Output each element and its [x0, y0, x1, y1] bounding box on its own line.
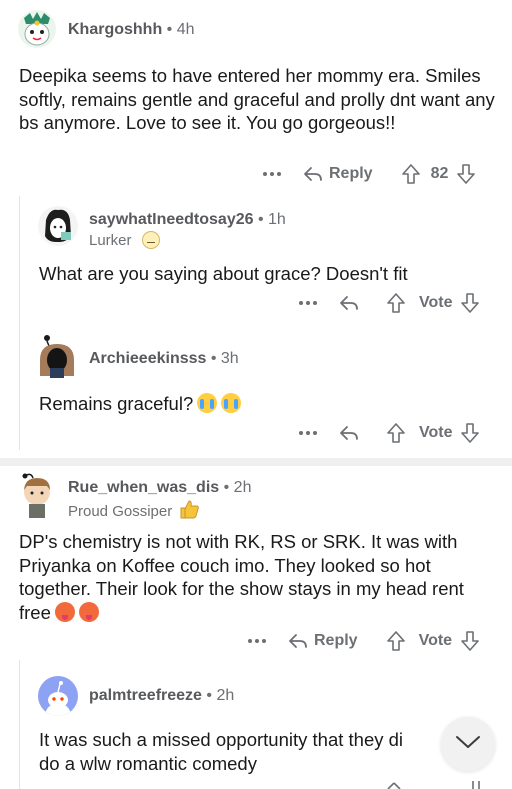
reply-icon	[287, 632, 309, 650]
comment-separator	[0, 458, 512, 466]
vote-label: Vote	[418, 632, 453, 649]
chevron-down-icon	[455, 734, 481, 755]
comment-palmtreefreeze: palmtreefreeze • 2h It was such a missed…	[0, 666, 512, 789]
downvote-icon[interactable]	[466, 781, 486, 789]
reply-label: Reply	[314, 632, 358, 649]
comment-actions: Vote	[298, 422, 480, 444]
timestamp: • 1h	[253, 211, 286, 228]
reply-icon	[302, 165, 324, 183]
downvote-icon[interactable]	[460, 292, 480, 314]
comment-khargoshhh: Khargoshhh • 4h Deepika seems to have en…	[0, 0, 512, 200]
comment-saywhatineedtosay26: saywhatIneedtosay26 • 1h Lurker What are…	[0, 196, 512, 326]
timestamp: • 2h	[201, 687, 235, 704]
comment-actions-partial	[384, 781, 486, 789]
username[interactable]: Khargoshhh • 4h	[68, 21, 195, 39]
thumbs-up-icon	[178, 499, 200, 523]
user-flair: Proud Gossiper	[68, 499, 200, 523]
reply-button[interactable]: Reply	[287, 632, 358, 650]
hot-face-emoji-icon	[78, 601, 99, 622]
crying-emoji-icon	[221, 393, 242, 413]
lurker-emoji-icon	[141, 231, 160, 249]
upvote-icon[interactable]	[384, 781, 404, 789]
username[interactable]: Archieeekinsss • 3h	[89, 350, 239, 368]
vote-label: Vote	[419, 424, 453, 441]
downvote-icon[interactable]	[456, 163, 476, 185]
avatar[interactable]	[38, 206, 78, 246]
comment-rue-when-was-dis: Rue_when_was_dis • 2h Proud Gossiper DP'…	[0, 466, 512, 666]
comment-body: Deepika seems to have entered her mommy …	[19, 65, 495, 133]
comment-actions: Reply Vote	[247, 630, 480, 652]
timestamp: • 2h	[219, 479, 252, 496]
reply-icon[interactable]	[338, 424, 360, 442]
upvote-icon[interactable]	[386, 422, 406, 444]
timestamp: • 4h	[162, 21, 195, 38]
username[interactable]: saywhatIneedtosay26 • 1h	[89, 211, 286, 229]
upvote-icon[interactable]	[386, 292, 406, 314]
username[interactable]: palmtreefreeze • 2h	[89, 687, 234, 705]
vote-count: 82	[430, 165, 449, 182]
scroll-to-next-button[interactable]	[441, 717, 495, 771]
overflow-icon[interactable]	[247, 638, 269, 644]
comment-body: What are you saying about grace? Doesn't…	[39, 263, 408, 284]
overflow-icon[interactable]	[298, 300, 320, 306]
timestamp: • 3h	[206, 350, 239, 367]
username[interactable]: Rue_when_was_dis • 2h	[68, 479, 251, 497]
upvote-icon[interactable]	[386, 630, 406, 652]
downvote-icon[interactable]	[460, 422, 480, 444]
overflow-icon[interactable]	[298, 430, 320, 436]
reply-button[interactable]: Reply	[302, 165, 373, 183]
hot-face-emoji-icon	[54, 601, 75, 622]
avatar[interactable]	[36, 334, 78, 380]
comment-body: DP's chemistry is not with RK, RS or SRK…	[19, 531, 464, 623]
comment-body: Remains graceful?	[39, 392, 499, 416]
upvote-icon[interactable]	[401, 163, 421, 185]
user-flair: Lurker	[89, 231, 160, 249]
downvote-icon[interactable]	[460, 630, 480, 652]
avatar[interactable]	[17, 472, 57, 520]
avatar[interactable]	[18, 10, 56, 48]
reply-icon[interactable]	[338, 294, 360, 312]
overflow-icon[interactable]	[262, 171, 284, 177]
comment-actions: Vote	[298, 292, 480, 314]
comment-actions: Reply 82	[262, 163, 476, 185]
comment-body: It was such a missed opportunity that th…	[39, 729, 404, 774]
crying-emoji-icon	[197, 393, 218, 413]
reply-label: Reply	[329, 165, 373, 182]
avatar[interactable]	[38, 676, 78, 716]
vote-label: Vote	[419, 294, 453, 311]
comment-archieeekinsss: Archieeekinsss • 3h Remains graceful? Vo…	[0, 326, 512, 456]
